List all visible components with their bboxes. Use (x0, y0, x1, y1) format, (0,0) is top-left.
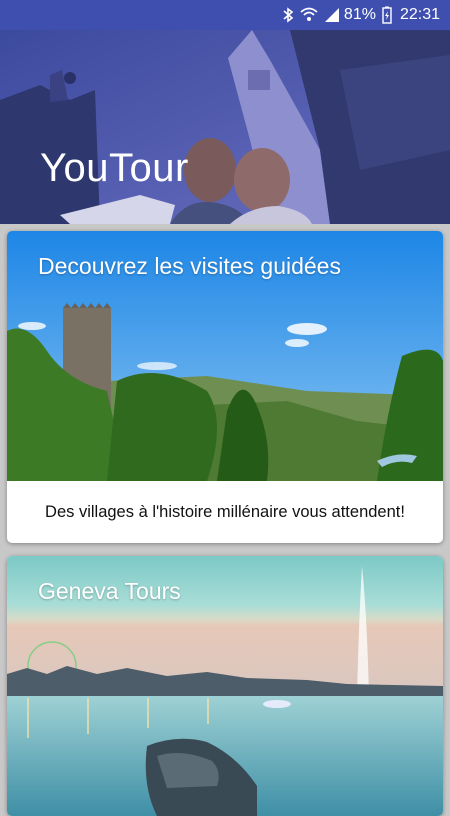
battery-percent: 81% (343, 6, 376, 23)
status-bar: 81% 22:31 (0, 0, 450, 30)
header-photo (0, 30, 450, 224)
header-banner: YouTour (0, 30, 450, 224)
card-title: Geneva Tours (38, 578, 181, 604)
tour-card-geneva[interactable]: Geneva Tours (7, 556, 443, 816)
wifi-icon (300, 7, 318, 23)
tour-card-guided-visits[interactable]: Decouvrez les visites guidées Des villag… (7, 231, 443, 543)
clock: 22:31 (399, 6, 440, 23)
bluetooth-icon (282, 7, 294, 23)
card-title: Decouvrez les visites guidées (38, 253, 341, 279)
card-description: Des villages à l'histoire millénaire vou… (45, 502, 405, 521)
app-title: YouTour (40, 146, 189, 190)
signal-icon (324, 7, 340, 23)
battery-charging-icon (382, 6, 392, 24)
